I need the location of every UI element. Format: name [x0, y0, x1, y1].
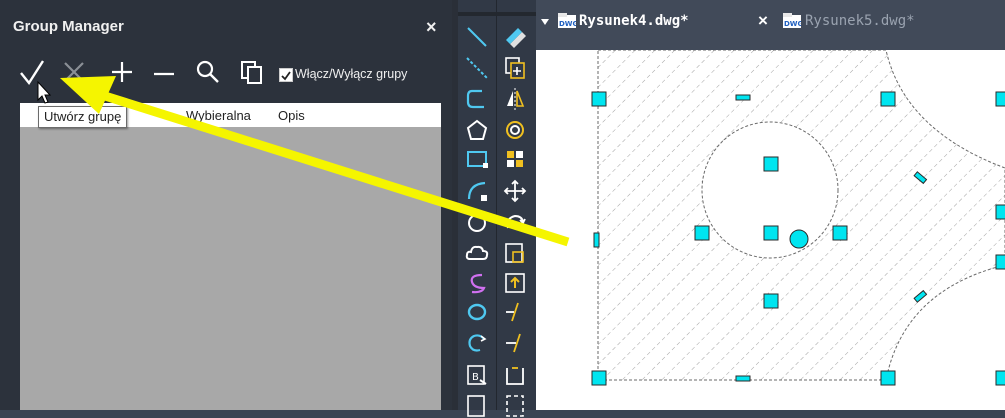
grip-handle[interactable]: [832, 225, 848, 241]
tab-label: Rysunek4.dwg*: [579, 13, 689, 29]
ellipse-icon[interactable]: [464, 299, 490, 325]
group-list[interactable]: [20, 127, 441, 410]
panel-title-bar: Group Manager ×: [0, 0, 452, 42]
polygon-icon[interactable]: [464, 117, 490, 143]
make-block-icon[interactable]: [464, 392, 490, 418]
plus-icon[interactable]: [108, 58, 136, 86]
construction-line-icon[interactable]: [464, 55, 490, 81]
grip-handle[interactable]: [789, 229, 809, 249]
cloud-icon[interactable]: [464, 240, 490, 266]
move-icon[interactable]: [502, 178, 528, 204]
toggle-groups-checkbox[interactable]: [279, 68, 293, 82]
grip-handle[interactable]: [880, 91, 896, 107]
copy-object-icon[interactable]: [502, 55, 528, 81]
grip-handle[interactable]: [763, 156, 779, 172]
toggle-groups-label: Włącz/Wyłącz grupy: [295, 67, 408, 81]
drawing-svg: [591, 49, 1005, 386]
line-icon[interactable]: [464, 24, 490, 50]
rotate-icon[interactable]: [502, 210, 528, 236]
svg-text:DWG: DWG: [784, 20, 801, 28]
insert-block-icon[interactable]: B: [464, 362, 490, 388]
ellipse-arc-icon[interactable]: [464, 330, 490, 356]
grip-handle[interactable]: [593, 232, 600, 248]
grip-handle[interactable]: [735, 375, 751, 382]
tab-close-button[interactable]: ×: [758, 11, 768, 31]
svg-text:B: B: [472, 372, 479, 383]
grip-handle[interactable]: [995, 91, 1005, 107]
drawing-canvas[interactable]: [536, 49, 1005, 410]
x-icon[interactable]: [60, 58, 88, 86]
offset-icon[interactable]: [502, 117, 528, 143]
tooltip: Utwórz grupę: [38, 106, 128, 128]
search-icon[interactable]: [194, 58, 222, 86]
polyline-icon[interactable]: [464, 86, 490, 112]
document-tab-bar: DWG Rysunek4.dwg* × DWG Rysunek5.dwg*: [536, 0, 1005, 50]
grip-handle[interactable]: [763, 293, 779, 309]
panel-title: Group Manager: [13, 18, 124, 35]
trim-icon[interactable]: [502, 299, 528, 325]
grip-handle[interactable]: [995, 204, 1005, 220]
tab-list-chevron-icon[interactable]: [540, 17, 550, 27]
tab-rysunek5[interactable]: DWG Rysunek5.dwg*: [780, 0, 1000, 38]
stretch-icon[interactable]: [502, 270, 528, 296]
grip-handle[interactable]: [694, 225, 710, 241]
circle-icon[interactable]: [464, 210, 490, 236]
dwg-file-icon: DWG: [558, 13, 576, 28]
column-header-selectable[interactable]: Wybieralna: [186, 108, 251, 123]
join-icon[interactable]: [502, 392, 528, 418]
grip-handle[interactable]: [763, 225, 779, 241]
grip-handle[interactable]: [591, 91, 607, 107]
copy-icon[interactable]: [238, 58, 266, 86]
grip-handle[interactable]: [995, 254, 1005, 270]
erase-icon[interactable]: [502, 24, 528, 50]
array-icon[interactable]: [502, 146, 528, 172]
svg-text:DWG: DWG: [559, 20, 576, 28]
tab-rysunek4[interactable]: DWG Rysunek4.dwg* ×: [554, 0, 772, 38]
rectangle-icon[interactable]: [464, 146, 490, 172]
mirror-icon[interactable]: [502, 86, 528, 112]
minus-icon[interactable]: [150, 58, 178, 86]
grip-handle[interactable]: [591, 370, 607, 386]
grip-handle[interactable]: [880, 370, 896, 386]
dwg-file-icon: DWG: [783, 13, 801, 28]
grip-handle[interactable]: [995, 370, 1005, 386]
checkmark-icon[interactable]: [18, 58, 46, 86]
check-mark-icon: [281, 71, 291, 81]
grip-handle[interactable]: [735, 94, 751, 101]
close-button[interactable]: ×: [426, 17, 437, 38]
tool-column-divider: [496, 0, 497, 410]
group-manager-panel: Group Manager × Włącz/Wyłącz grupy Wybie…: [0, 0, 452, 410]
scale-icon[interactable]: [502, 240, 528, 266]
tab-label: Rysunek5.dwg*: [805, 13, 915, 29]
break-icon[interactable]: [502, 362, 528, 388]
arc-icon[interactable]: [464, 178, 490, 204]
tool-palette-grip[interactable]: [458, 12, 536, 16]
spline-icon[interactable]: [464, 270, 490, 296]
extend-icon[interactable]: [502, 330, 528, 356]
column-header-description[interactable]: Opis: [278, 108, 305, 123]
